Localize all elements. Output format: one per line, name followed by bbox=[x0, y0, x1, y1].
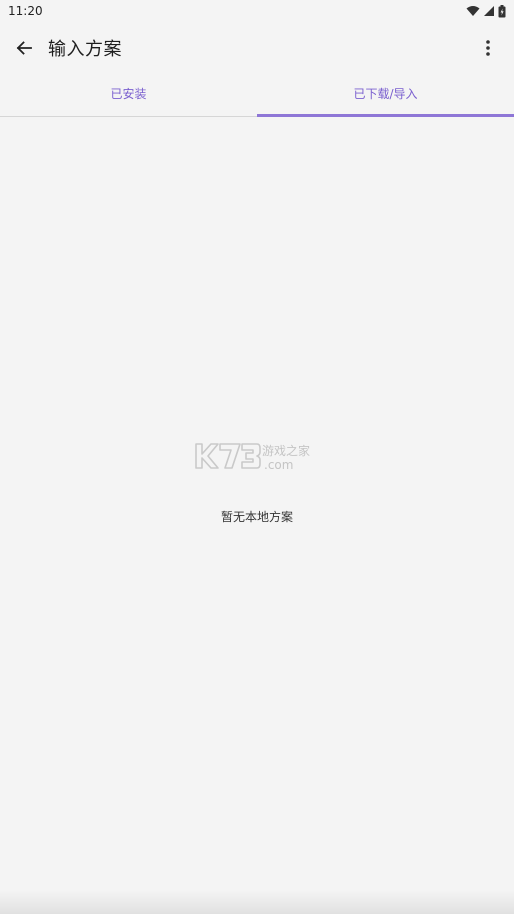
page-title: 输入方案 bbox=[48, 39, 122, 60]
empty-message: 暂无本地方案 bbox=[220, 510, 293, 524]
more-options-button[interactable] bbox=[474, 34, 502, 62]
tab-downloaded-imported[interactable]: 已下载/导入 bbox=[257, 74, 514, 117]
back-button[interactable] bbox=[10, 34, 38, 62]
nav-bar-shade bbox=[0, 890, 514, 914]
battery-icon bbox=[498, 4, 506, 17]
k73-watermark-logo: 游戏之家 .com bbox=[195, 443, 310, 472]
status-bar: 11:20 bbox=[0, 0, 514, 22]
tab-installed-label: 已安装 bbox=[110, 87, 147, 101]
watermark-domain: .com bbox=[264, 458, 293, 472]
app-bar: 输入方案 bbox=[0, 22, 514, 74]
wifi-icon bbox=[466, 6, 480, 16]
tab-bar: 已安装 已下载/导入 bbox=[0, 74, 514, 117]
tab-installed[interactable]: 已安装 bbox=[0, 74, 257, 116]
signal-icon bbox=[484, 6, 494, 16]
status-time: 11:20 bbox=[8, 4, 43, 18]
empty-state: 游戏之家 .com 暂无本地方案 bbox=[0, 436, 514, 525]
arrow-left-icon bbox=[16, 41, 32, 55]
watermark-tagline: 游戏之家 bbox=[262, 443, 310, 458]
status-icons bbox=[466, 4, 506, 18]
more-vert-icon bbox=[486, 40, 490, 56]
tab-downloaded-imported-label: 已下载/导入 bbox=[353, 87, 418, 101]
